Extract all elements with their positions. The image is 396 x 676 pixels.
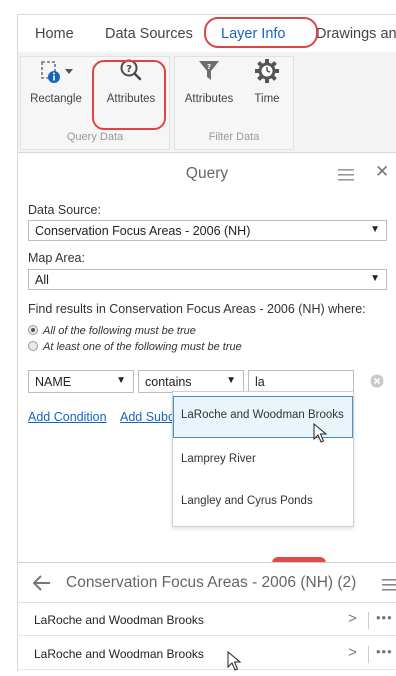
radio-unselected-icon (28, 341, 38, 351)
time-gear-icon (246, 58, 288, 87)
rectangle-info-icon (26, 58, 86, 87)
map-area-label: Map Area: (28, 251, 85, 265)
radio-all-label: All of the following must be true (43, 325, 196, 337)
svg-text:?: ? (207, 63, 211, 71)
query-panel: Query ✕ Data Source: Conservation Focus … (17, 152, 396, 572)
close-icon[interactable]: ✕ (375, 162, 389, 182)
map-area-select[interactable]: All ▼ (28, 269, 387, 290)
find-results-text: Find results in Conservation Focus Areas… (28, 302, 366, 316)
filter-attributes-button[interactable]: ? Attributes (180, 58, 238, 105)
data-source-label: Data Source: (28, 203, 101, 217)
chevron-down-icon: ▼ (116, 375, 126, 386)
rectangle-button[interactable]: Rectangle (26, 58, 86, 105)
map-area-value: All (35, 273, 49, 287)
filter-time-button[interactable]: Time (246, 58, 288, 105)
rectangle-button-label: Rectangle (30, 93, 82, 105)
chevron-right-icon[interactable]: > (348, 644, 357, 661)
filter-time-label: Time (254, 93, 280, 105)
condition-field-value: NAME (35, 375, 72, 389)
add-subcondition-link[interactable]: Add Subc (120, 410, 174, 424)
ribbon-tab-bar: Home Data Sources Layer Info Drawings an (17, 14, 396, 52)
data-source-select[interactable]: Conservation Focus Areas - 2006 (NH) ▼ (28, 220, 387, 241)
condition-operator-value: contains (145, 375, 192, 389)
divider (368, 612, 369, 629)
radio-any-option[interactable]: At least one of the following must be tr… (28, 341, 242, 353)
suggestion-item[interactable]: Langley and Cyrus Ponds (173, 482, 353, 524)
funnel-question-icon: ? (180, 58, 238, 87)
mouse-pointer-icon (227, 650, 242, 676)
chevron-down-icon: ▼ (370, 224, 380, 235)
condition-value-input[interactable]: la (248, 370, 354, 393)
tab-home[interactable]: Home (35, 26, 74, 42)
filter-attributes-label: Attributes (184, 93, 234, 105)
tab-data-sources[interactable]: Data Sources (105, 26, 193, 42)
query-data-group-label: Query Data (66, 131, 124, 143)
tab-highlight-ring (204, 17, 318, 48)
filter-data-group-label: Filter Data (208, 131, 260, 143)
add-condition-link[interactable]: Add Condition (28, 410, 107, 424)
result-row-label: LaRoche and Woodman Brooks (34, 647, 204, 661)
ribbon-body: Query Data Filter Data Rectangle ? Attri… (17, 52, 396, 152)
remove-condition-icon[interactable] (370, 374, 384, 393)
chevron-right-icon[interactable]: > (348, 610, 357, 627)
radio-selected-icon (28, 325, 38, 335)
mouse-pointer-icon (313, 422, 328, 448)
more-options-icon[interactable]: ••• (376, 644, 393, 659)
condition-value-text: la (255, 375, 265, 389)
divider (368, 646, 369, 663)
more-options-icon[interactable]: ••• (376, 610, 393, 625)
radio-any-label: At least one of the following must be tr… (43, 341, 242, 353)
attributes-highlight-ring (92, 60, 166, 130)
chevron-down-icon: ▼ (370, 273, 380, 284)
results-title: Conservation Focus Areas - 2006 (NH) (2) (66, 574, 357, 591)
back-arrow-icon[interactable] (32, 575, 51, 596)
menu-icon[interactable] (338, 168, 354, 186)
suggestion-dropdown: LaRoche and Woodman Brooks Lamprey River… (172, 391, 354, 527)
result-row-label: LaRoche and Woodman Brooks (34, 613, 204, 627)
radio-all-option[interactable]: All of the following must be true (28, 325, 196, 337)
condition-field-select[interactable]: NAME ▼ (28, 370, 134, 393)
result-row[interactable]: LaRoche and Woodman Brooks > ••• (18, 639, 396, 670)
menu-icon[interactable] (382, 578, 396, 596)
results-header: Conservation Focus Areas - 2006 (NH) (2) (18, 563, 396, 603)
results-panel: Conservation Focus Areas - 2006 (NH) (2)… (17, 562, 396, 671)
result-row[interactable]: LaRoche and Woodman Brooks > ••• (18, 605, 396, 636)
chevron-down-icon: ▼ (226, 375, 236, 386)
data-source-value: Conservation Focus Areas - 2006 (NH) (35, 224, 251, 238)
tab-drawings[interactable]: Drawings an (316, 26, 396, 42)
condition-operator-select[interactable]: contains ▼ (138, 370, 244, 393)
